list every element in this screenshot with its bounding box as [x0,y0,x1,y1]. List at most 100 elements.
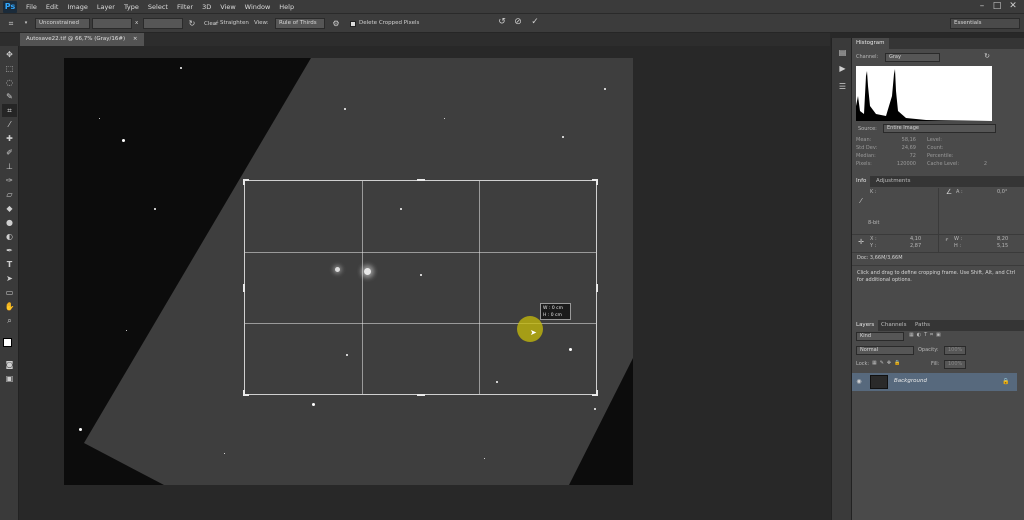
divider [938,235,939,252]
source-select[interactable]: Entire Image [883,124,996,133]
info-k-label: K : [870,189,877,195]
brush-tool-icon[interactable]: ✐ [2,146,17,159]
eye-icon[interactable]: ◉ [855,376,863,387]
close-tab-icon[interactable]: × [133,36,138,42]
crop-handle-bottom-left[interactable] [243,390,249,396]
tooltip-height: H : 0 cm [543,313,562,318]
fill-input[interactable]: 100% [944,360,966,369]
channel-select[interactable]: Gray [885,53,940,62]
screen-mode-icon[interactable]: ▣ [2,372,17,385]
menu-bar: Ps File Edit Image Layer Type Select Fil… [0,0,1024,14]
layer-name[interactable]: Background [894,378,927,384]
paint-bucket-tool-icon[interactable]: ◆ [2,202,17,215]
swap-icon[interactable]: ↻ [187,18,197,29]
menu-filter[interactable]: Filter [177,3,193,11]
crop-handle-left[interactable] [243,284,249,292]
actions-panel-icon[interactable]: ▶ [835,62,850,75]
minimize-button[interactable]: – [975,1,989,12]
shape-tool-icon[interactable]: ▭ [2,286,17,299]
stat-label: Cache Level: [927,161,960,167]
workspace-select[interactable]: Essentials [950,18,1020,29]
thirds-guide-horizontal [245,252,596,253]
commit-icon[interactable]: ✓ [529,17,541,28]
healing-brush-tool-icon[interactable]: ✚ [2,132,17,145]
zoom-tool-icon[interactable]: ⌕ [2,314,17,327]
menu-edit[interactable]: Edit [46,3,59,11]
crop-size-tooltip: W : 0 cm H : 0 cm [540,303,571,320]
hand-tool-icon[interactable]: ✋ [2,300,17,313]
menu-view[interactable]: View [220,3,235,11]
lasso-tool-icon[interactable]: ◌ [2,76,17,89]
opacity-input[interactable]: 100% [944,346,966,355]
path-select-tool-icon[interactable]: ➤ [2,272,17,285]
blur-tool-icon[interactable]: ● [2,216,17,229]
info-bit-depth: 8-bit [868,220,880,226]
tab-info[interactable]: Info [852,176,871,187]
tab-paths[interactable]: Paths [911,320,934,331]
maximize-button[interactable]: □ [990,1,1004,12]
layer-filter-select[interactable]: Kind [856,332,904,341]
layer-filter-icons[interactable]: ▦◐T⌗▣ [909,332,944,338]
crop-handle-bottom-right[interactable] [592,390,598,396]
crop-tool-icon[interactable]: ⌗ [2,104,17,117]
height-input[interactable] [143,18,183,29]
tab-adjustments[interactable]: Adjustments [872,176,914,187]
straighten-button[interactable]: Straighten [220,18,249,29]
star [224,453,225,454]
dodge-tool-icon[interactable]: ◐ [2,230,17,243]
quick-select-tool-icon[interactable]: ✎ [2,90,17,103]
refresh-icon[interactable]: ↻ [982,51,992,62]
properties-panel-icon[interactable]: ☰ [835,80,850,93]
tab-channels[interactable]: Channels [877,320,910,331]
straighten-icon[interactable]: ⟋ [212,18,220,29]
crop-handle-top[interactable] [417,179,425,185]
pen-tool-icon[interactable]: ✒ [2,244,17,257]
crop-handle-bottom[interactable] [417,390,425,396]
chevron-down-icon[interactable]: ▾ [22,18,30,29]
crop-handle-top-right[interactable] [592,179,598,185]
tab-histogram[interactable]: Histogram [852,38,889,49]
menu-3d[interactable]: 3D [202,3,211,11]
history-panel-icon[interactable]: ▤ [835,46,850,59]
menu-layer[interactable]: Layer [97,3,115,11]
delete-cropped-checkbox[interactable] [350,21,356,27]
width-input[interactable] [92,18,132,29]
star [154,208,156,210]
view-select[interactable]: Rule of Thirds [275,18,325,29]
type-tool-icon[interactable]: T [2,258,17,271]
menu-type[interactable]: Type [124,3,139,11]
quick-mask-icon[interactable]: ◙ [2,358,17,371]
close-window-button[interactable]: ✕ [1006,1,1020,12]
eyedropper-tool-icon[interactable]: ⁄ [2,118,17,131]
stat-value: 120000 [896,161,916,167]
marquee-tool-icon[interactable]: ⬚ [2,62,17,75]
ratio-select[interactable]: Unconstrained [35,18,90,29]
crop-frame[interactable] [243,179,598,396]
menu-window[interactable]: Window [245,3,271,11]
history-brush-tool-icon[interactable]: ✑ [2,174,17,187]
blend-mode-select[interactable]: Normal [856,346,914,355]
tab-layers[interactable]: Layers [852,320,879,331]
right-panels: Histogram Channel: Gray ↻ ⚠ Source: Enti… [851,38,1024,520]
star [99,118,100,119]
eraser-tool-icon[interactable]: ▱ [2,188,17,201]
document-tab[interactable]: Autosave22.tif @ 66,7% (Gray/16#) × [20,33,144,46]
crop-handle-top-left[interactable] [243,179,249,185]
gear-icon[interactable]: ⚙ [331,18,341,29]
histogram-stats-right: Level: Count: Percentile: Cache Level: 2 [927,137,987,169]
crop-handle-right[interactable] [592,284,598,292]
foreground-color-swatch[interactable] [3,338,12,347]
menu-image[interactable]: Image [67,3,87,11]
lock-icons[interactable]: ▦✎✥🔒 [872,360,903,366]
crop-tool-preset-icon[interactable]: ⌗ [4,18,18,29]
cancel-icon[interactable]: ⊘ [512,17,524,28]
menu-help[interactable]: Help [279,3,294,11]
move-tool-icon[interactable]: ✥ [2,48,17,61]
layer-row-background[interactable]: ◉ Background 🔒 [852,373,1017,391]
menu-file[interactable]: File [26,3,37,11]
clone-stamp-tool-icon[interactable]: ⊥ [2,160,17,173]
menu-select[interactable]: Select [148,3,168,11]
tools-panel: ✥ ⬚ ◌ ✎ ⌗ ⁄ ✚ ✐ ⊥ ✑ ▱ ◆ ● ◐ ✒ T ➤ ▭ ✋ ⌕ … [0,46,19,520]
reset-icon[interactable]: ↺ [496,17,508,28]
star [344,108,346,110]
